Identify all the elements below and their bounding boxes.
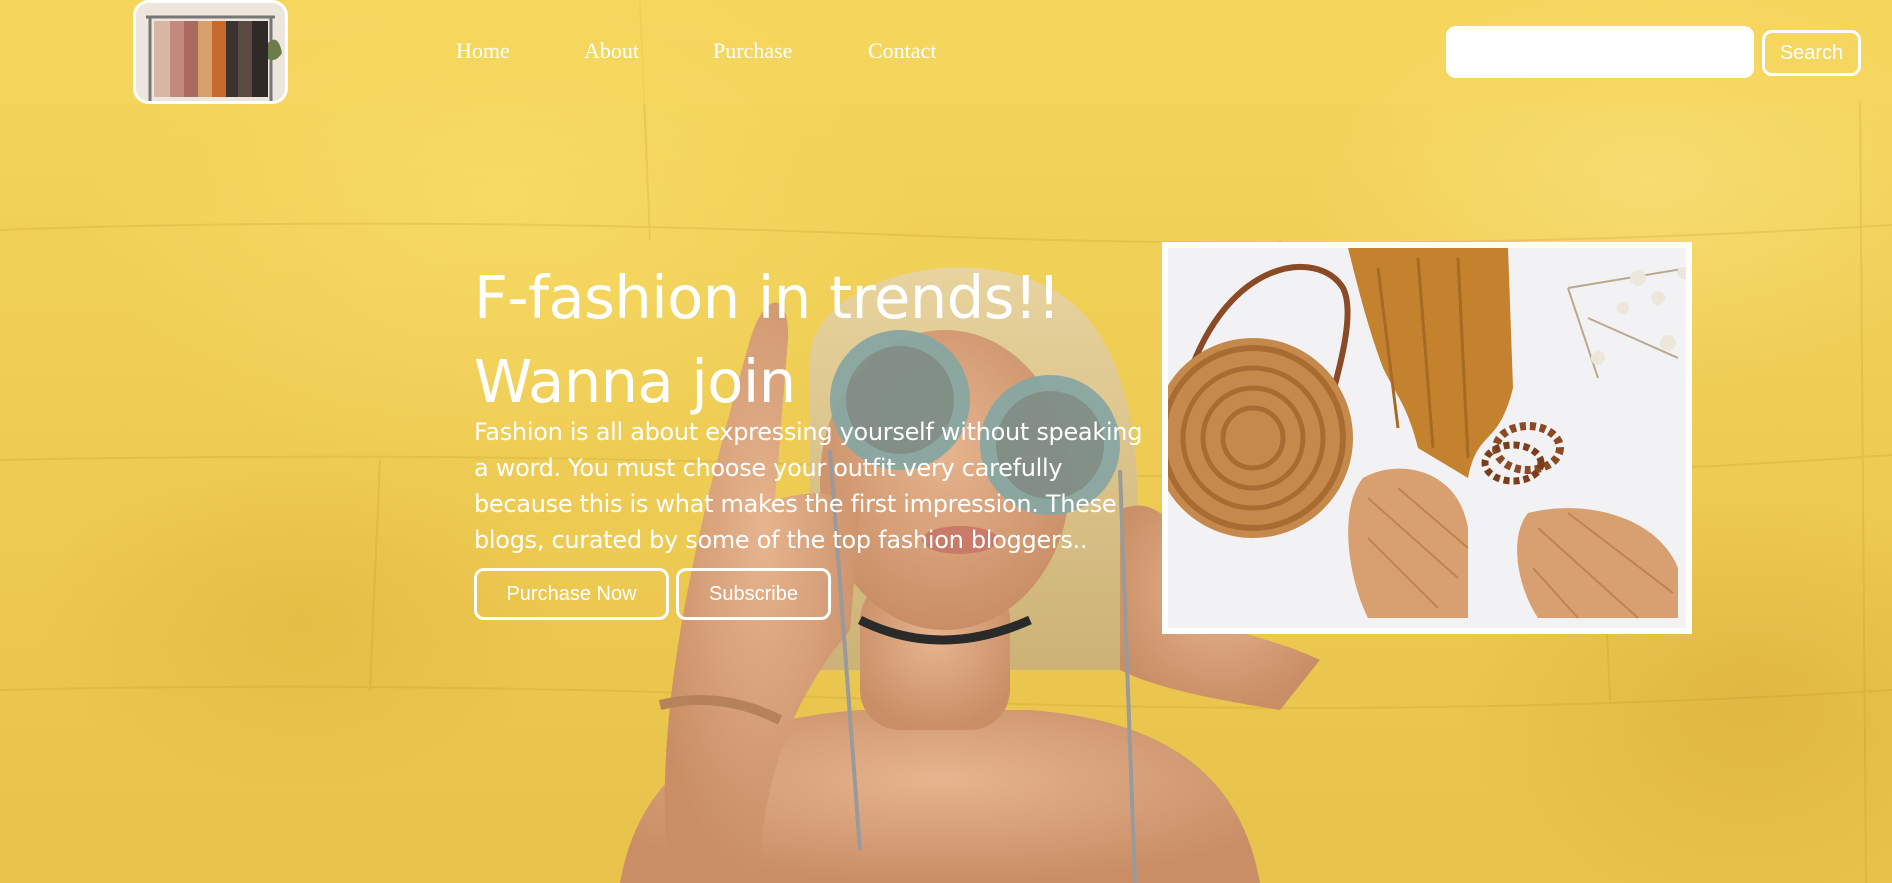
nav-contact[interactable]: Contact [868,38,936,64]
hero-title-line-1: F-fashion in trends!! [474,263,1061,332]
clothes-rack-icon [136,3,285,101]
subscribe-button[interactable]: Subscribe [676,568,831,620]
search-input[interactable] [1446,26,1754,78]
nav-purchase[interactable]: Purchase [713,38,792,64]
purchase-now-button[interactable]: Purchase Now [474,568,669,620]
nav-home[interactable]: Home [456,38,510,64]
accessories-flatlay-image [1168,248,1686,628]
hero-description: Fashion is all about expressing yourself… [474,418,1143,554]
hero-title-line-2: Wanna join [474,347,796,416]
nav-about[interactable]: About [584,38,639,64]
product-image [1162,242,1692,634]
search-button[interactable]: Search [1762,30,1861,76]
logo-clothes-rack-image[interactable] [133,0,288,104]
site-header: Home About Purchase Contact Search [0,0,1892,104]
hero-title: F-fashion in trends!! Wanna join [474,256,1094,424]
